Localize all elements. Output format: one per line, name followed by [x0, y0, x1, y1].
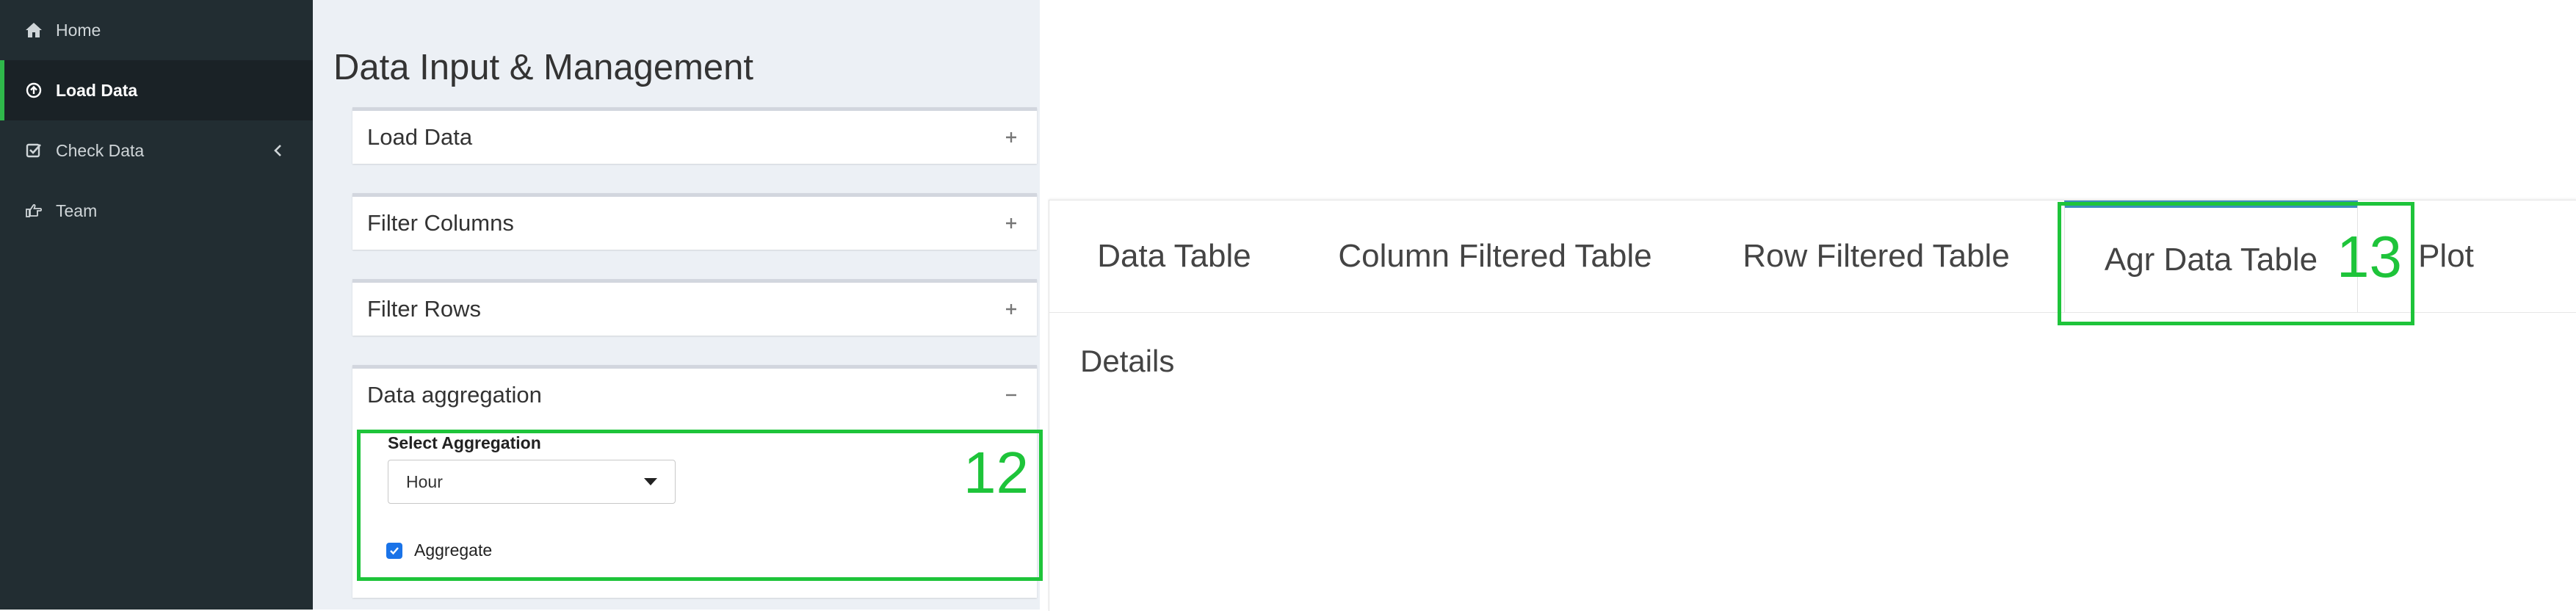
chevron-left-icon[interactable]	[270, 142, 286, 159]
box-header-data-aggregation[interactable]: Data aggregation	[352, 369, 1037, 422]
select-aggregation-label: Select Aggregation	[388, 433, 541, 452]
select-value: Hour	[406, 471, 443, 491]
plus-icon[interactable]	[1000, 212, 1022, 234]
aggregation-select[interactable]: Hour	[388, 460, 676, 504]
tab-column-filtered-table[interactable]: Column Filtered Table	[1315, 200, 1675, 312]
box-header-filter-rows[interactable]: Filter Rows	[352, 283, 1037, 336]
box-title: Load Data	[367, 124, 473, 150]
page-title: Data Input & Management	[333, 48, 754, 87]
plus-icon[interactable]	[1000, 298, 1022, 320]
aggregate-checkbox[interactable]	[386, 542, 402, 559]
sidebar-item-label: Load Data	[56, 80, 138, 100]
box-header-filter-columns[interactable]: Filter Columns	[352, 197, 1037, 250]
tab-agr-data-table[interactable]: Agr Data Table	[2064, 200, 2358, 312]
box-filter-rows: Filter Rows	[352, 279, 1037, 336]
sidebar-item-label: Home	[56, 20, 101, 40]
sidebar-item-team[interactable]: Team	[0, 181, 313, 241]
minus-icon[interactable]	[1000, 384, 1022, 406]
box-title: Filter Rows	[367, 296, 482, 322]
box-load-data: Load Data	[352, 107, 1037, 164]
sidebar-item-home[interactable]: Home	[0, 0, 313, 60]
tab-row-filtered-table[interactable]: Row Filtered Table	[1718, 200, 2035, 312]
box-data-aggregation: Data aggregation Select Aggregation Hour…	[352, 365, 1037, 598]
aggregate-checkbox-row[interactable]: Aggregate	[386, 540, 492, 560]
tab-data-table[interactable]: Data Table	[1074, 200, 1274, 312]
hand-pointing-icon	[22, 199, 46, 223]
box-title: Filter Columns	[367, 210, 514, 236]
sidebar: Home Load Data Check Data Team	[0, 0, 313, 610]
details-heading: Details	[1080, 344, 1175, 378]
tab-bar: Data Table Column Filtered Table Row Fil…	[1049, 200, 2576, 313]
home-icon	[22, 18, 46, 42]
aggregate-checkbox-label: Aggregate	[414, 540, 493, 560]
tab-plot[interactable]: Plot	[2409, 200, 2483, 312]
box-header-load-data[interactable]: Load Data	[352, 111, 1037, 164]
box-title: Data aggregation	[367, 382, 542, 408]
check-square-icon	[22, 139, 46, 162]
box-filter-columns: Filter Columns	[352, 193, 1037, 250]
plus-icon[interactable]	[1000, 126, 1022, 148]
caret-down-icon	[644, 478, 657, 485]
sidebar-item-label: Check Data	[56, 140, 145, 160]
tab-panel: Data Table Column Filtered Table Row Fil…	[1049, 200, 2576, 611]
sidebar-item-check-data[interactable]: Check Data	[0, 120, 313, 181]
upload-circle-icon	[22, 79, 46, 102]
aggregation-body: Select Aggregation Hour Aggregate	[352, 422, 1037, 598]
sidebar-item-label: Team	[56, 200, 98, 220]
sidebar-item-load-data[interactable]: Load Data	[0, 60, 313, 120]
